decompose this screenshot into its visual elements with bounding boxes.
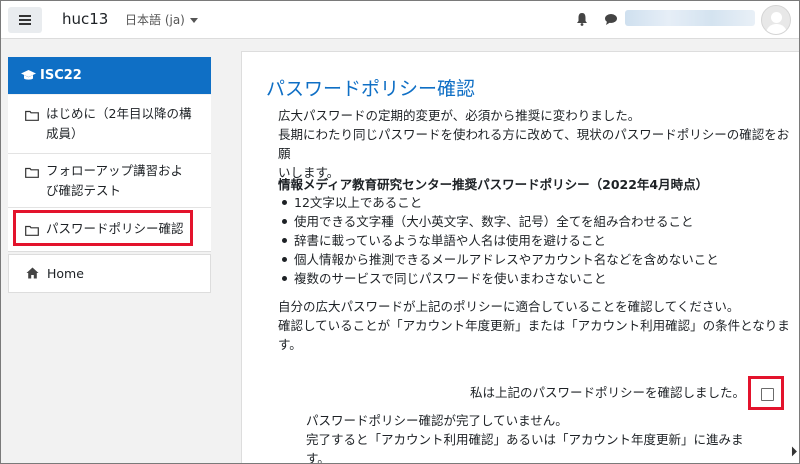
language-label: 日本語 (ja) [125, 13, 185, 27]
language-menu[interactable]: 日本語 (ja) [125, 11, 198, 28]
home-icon [26, 267, 39, 279]
home-label: Home [47, 266, 84, 281]
hamburger-icon [19, 15, 31, 25]
course-name: ISC22 [40, 68, 82, 83]
graduation-cap-icon [21, 70, 36, 80]
page-title: パスワードポリシー確認 [266, 78, 476, 100]
check-line: 自分の広大パスワードが上記のポリシーに適合していることを確認してください。 [278, 299, 740, 314]
sidebar-item-label: フォローアップ講習およ [46, 163, 184, 178]
sidebar-item-label: はじめに（2年目以降の構 [46, 106, 192, 121]
confirm-label: 私は上記のパスワードポリシーを確認しました。 [470, 385, 746, 400]
list-item: 個人情報から推測できるメールアドレスやアカウント名などを含めないこと [282, 250, 719, 269]
folder-icon [25, 110, 39, 121]
app-window: huc13 日本語 (ja) ISC22 はじめに（2年目以降の構 成員） フォ… [0, 0, 800, 464]
list-item: 辞書に載っているような単語や人名は使用を避けること [282, 231, 719, 250]
intro-line: 広大パスワードの定期的変更が、必須から推奨に変わりました。 [278, 108, 641, 123]
highlight-frame-checkbox [748, 376, 784, 410]
menu-toggle-button[interactable] [8, 7, 42, 33]
status-line: パスワードポリシー確認が完了していません。 [306, 413, 568, 428]
list-item: 複数のサービスで同じパスワードを使いまわさないこと [282, 269, 719, 288]
list-item: 使用できる文字種（大小英文字、数字、記号）全てを組み合わせること [282, 212, 719, 231]
sidebar-item-label: 成員） [46, 126, 84, 141]
site-name[interactable]: huc13 [62, 10, 108, 28]
top-navbar: huc13 日本語 (ja) [1, 1, 799, 39]
highlight-frame-sidebar [13, 210, 193, 246]
status-line: す。 [306, 451, 330, 464]
chat-icon[interactable] [604, 13, 618, 26]
sidebar-item-label: び確認テスト [46, 183, 122, 198]
list-item: 12文字以上であること [282, 193, 719, 212]
bell-icon[interactable] [576, 12, 588, 26]
user-name-redacted[interactable] [625, 10, 755, 26]
policy-heading: 情報メディア教育研究センター推奨パスワードポリシー（2022年4月時点） [278, 177, 709, 192]
avatar[interactable] [761, 5, 791, 35]
status-line: 完了すると「アカウント利用確認」あるいは「アカウント年度更新」に進みま [306, 432, 744, 447]
check-line: す。 [278, 337, 302, 352]
sidebar-item-followup[interactable]: フォローアップ講習およ び確認テスト [8, 154, 211, 208]
confirm-checkbox[interactable] [761, 388, 774, 401]
sidebar-item-intro[interactable]: はじめに（2年目以降の構 成員） [8, 95, 211, 154]
intro-line: 長期にわたり同じパスワードを使われる方に改めて、現状のパスワードポリシーの確認を… [278, 127, 790, 161]
intro-text: 広大パスワードの定期的変更が、必須から推奨に変わりました。 長期にわたり同じパス… [278, 106, 799, 182]
folder-icon [25, 167, 39, 178]
sidebar-course-header[interactable]: ISC22 [8, 57, 211, 94]
check-line: 確認していることが「アカウント年度更新」または「アカウント利用確認」の条件となり… [278, 318, 790, 333]
check-instructions: 自分の広大パスワードが上記のポリシーに適合していることを確認してください。 確認… [278, 297, 790, 354]
sidebar-item-home[interactable]: Home [8, 254, 211, 293]
chevron-down-icon [189, 18, 198, 23]
status-message: パスワードポリシー確認が完了していません。 完了すると「アカウント利用確認」ある… [306, 411, 744, 464]
policy-list: 12文字以上であること 使用できる文字種（大小英文字、数字、記号）全てを組み合わ… [282, 193, 719, 288]
